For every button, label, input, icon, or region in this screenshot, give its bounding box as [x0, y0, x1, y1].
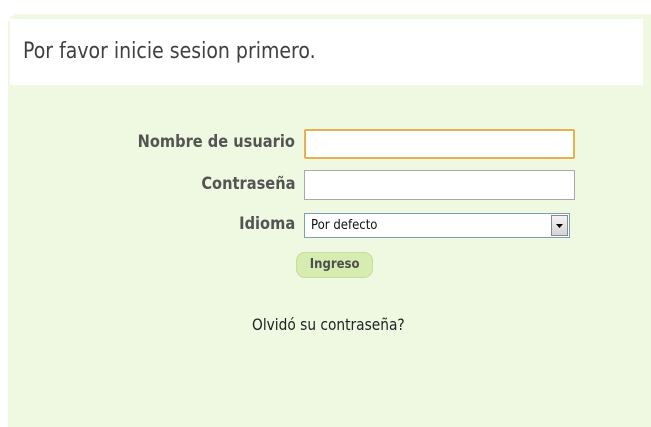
username-label: Nombre de usuario [137, 132, 295, 152]
page-title: Por favor inicie sesion primero. [23, 39, 316, 64]
password-input[interactable] [304, 170, 575, 200]
language-select[interactable]: Por defecto [304, 213, 570, 238]
select-dropdown-button[interactable] [551, 215, 568, 236]
username-input[interactable] [304, 129, 575, 159]
language-label: Idioma [238, 214, 295, 234]
login-button[interactable]: Ingreso [296, 252, 373, 278]
language-selected-value: Por defecto [311, 218, 378, 233]
login-button-label: Ingreso [309, 257, 360, 272]
chevron-down-icon [556, 224, 563, 228]
forgot-password-link[interactable]: Olvidó su contraseña? [252, 315, 405, 334]
header-bar: Por favor inicie sesion primero. [10, 19, 643, 85]
password-label: Contraseña [200, 174, 295, 194]
